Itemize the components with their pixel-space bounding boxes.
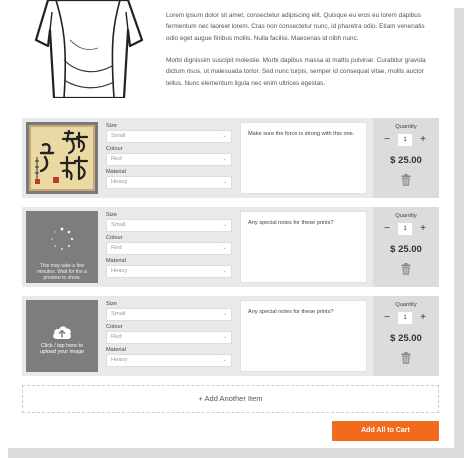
item-options: Size Small ⌄ Colour Red ⌄ Material Heavy ⌄ (106, 211, 232, 280)
material-label: Material (106, 347, 126, 353)
price-panel: Quantity − 1 + $ 25.00 (373, 118, 439, 198)
trash-icon[interactable] (401, 352, 411, 364)
quantity-value[interactable]: 1 (398, 134, 412, 146)
chevron-down-icon: ⌄ (222, 133, 227, 139)
spinner-icon (51, 227, 74, 250)
calligraphy-image (29, 125, 95, 191)
chevron-down-icon: ⌄ (222, 311, 227, 317)
chevron-down-icon: ⌄ (222, 268, 227, 274)
size-label: Size (106, 212, 117, 218)
material-label: Material (106, 258, 126, 264)
colour-label: Colour (106, 324, 123, 330)
print-item-1: Size Small ⌄ Colour Red ⌄ Material Heavy ⌄ … (22, 118, 439, 198)
item-price: $ 25.00 (390, 244, 422, 255)
item-options: Size Small ⌄ Colour Red ⌄ Material Heavy ⌄ (106, 300, 232, 369)
product-description: Lorem ipsum dolor sit amet, consectetur … (166, 10, 428, 99)
quantity-label: Quantity (395, 302, 417, 308)
cloud-upload-icon (53, 326, 71, 339)
upload-image-button[interactable]: Click / tap here to upload your image (26, 300, 98, 372)
price-panel: Quantity − 1 + $ 25.00 (373, 296, 439, 376)
tshirt-image (34, 0, 144, 98)
processing-thumbnail: This may take a few minutes. Wait for th… (26, 211, 98, 283)
calligraphy-artwork (35, 129, 89, 184)
page-shadow-right (454, 8, 464, 450)
decrement-button[interactable]: − (381, 312, 393, 324)
material-select[interactable]: Heavy ⌄ (106, 354, 232, 367)
notes-textarea[interactable]: Any special notes for these prints? (240, 211, 367, 283)
page-shadow-bottom (8, 448, 464, 458)
chevron-down-icon: ⌄ (222, 357, 227, 363)
print-item-3: Click / tap here to upload your image Si… (22, 296, 439, 376)
decrement-button[interactable]: − (381, 223, 393, 235)
artwork-thumbnail[interactable] (26, 122, 98, 194)
chevron-down-icon: ⌄ (222, 245, 227, 251)
colour-label: Colour (106, 146, 123, 152)
colour-select[interactable]: Red ⌄ (106, 153, 232, 166)
size-select[interactable]: Small ⌄ (106, 130, 232, 143)
increment-button[interactable]: + (417, 134, 429, 146)
material-label: Material (106, 169, 126, 175)
colour-select[interactable]: Red ⌄ (106, 331, 232, 344)
colour-select[interactable]: Red ⌄ (106, 242, 232, 255)
quantity-label: Quantity (395, 213, 417, 219)
chevron-down-icon: ⌄ (222, 334, 227, 340)
size-select[interactable]: Small ⌄ (106, 219, 232, 232)
quantity-stepper: − 1 + (381, 222, 429, 236)
decrement-button[interactable]: − (381, 134, 393, 146)
increment-button[interactable]: + (417, 223, 429, 235)
description-paragraph-1: Lorem ipsum dolor sit amet, consectetur … (166, 12, 425, 42)
item-price: $ 25.00 (390, 333, 422, 344)
price-panel: Quantity − 1 + $ 25.00 (373, 207, 439, 287)
notes-textarea[interactable]: Any special notes for these prints? (240, 300, 367, 372)
print-item-2: This may take a few minutes. Wait for th… (22, 207, 439, 287)
upload-text: Click / tap here to upload your image (39, 343, 85, 355)
size-label: Size (106, 123, 117, 129)
size-label: Size (106, 301, 117, 307)
trash-icon[interactable] (401, 174, 411, 186)
quantity-value[interactable]: 1 (398, 312, 412, 324)
colour-label: Colour (106, 235, 123, 241)
quantity-value[interactable]: 1 (398, 223, 412, 235)
material-select[interactable]: Heavy ⌄ (106, 265, 232, 278)
description-paragraph-2: Morbi dignissim suscipit molestie. Morbi… (166, 56, 426, 87)
quantity-stepper: − 1 + (381, 311, 429, 325)
increment-button[interactable]: + (417, 312, 429, 324)
size-select[interactable]: Small ⌄ (106, 308, 232, 321)
notes-textarea[interactable]: Make sure the force is strong with this … (240, 122, 367, 194)
material-select[interactable]: Heavy ⌄ (106, 176, 232, 189)
chevron-down-icon: ⌄ (222, 156, 227, 162)
quantity-stepper: − 1 + (381, 133, 429, 147)
chevron-down-icon: ⌄ (222, 179, 227, 185)
product-page: Lorem ipsum dolor sit amet, consectetur … (0, 0, 454, 448)
chevron-down-icon: ⌄ (222, 222, 227, 228)
add-another-item-button[interactable]: + Add Another Item (22, 385, 439, 413)
item-price: $ 25.00 (390, 155, 422, 166)
trash-icon[interactable] (401, 263, 411, 275)
quantity-label: Quantity (395, 124, 417, 130)
add-all-to-cart-button[interactable]: Add All to Cart (332, 421, 439, 441)
processing-text: This may take a few minutes. Wait for th… (37, 263, 87, 281)
item-options: Size Small ⌄ Colour Red ⌄ Material Heavy ⌄ (106, 122, 232, 191)
